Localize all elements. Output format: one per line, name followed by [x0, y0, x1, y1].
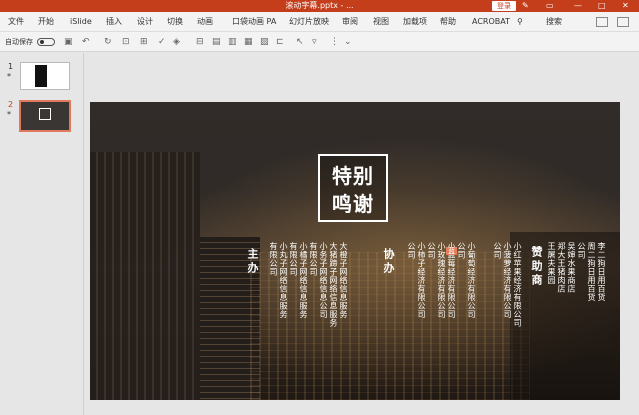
host-orgs: 大橙子网络信息服务 大猪蹄子网络信息服务 小务子网络信息公司 有限公司 小橘子网… — [268, 242, 348, 327]
co-organizer-orgs: 小葡萄经济有限公司 公司 小蓝莓经济有限公司 小玫瑰经济有限公司 公司 小柿子经… — [406, 242, 476, 319]
slide-canvas[interactable]: 特别 鸣谢 主办 大橙子网络信息服务 大猪蹄子网络信息服务 小务子网络信息公司 … — [90, 102, 620, 400]
tab-addins[interactable]: 加载项 — [403, 12, 427, 32]
distribute-icon[interactable]: ▧ — [260, 32, 269, 52]
align-icon[interactable]: ⊟ — [196, 32, 204, 52]
select-icon[interactable]: ↖ — [296, 32, 304, 52]
ribbon-display-icon[interactable]: ▭ — [546, 0, 554, 12]
title-box[interactable]: 特别 鸣谢 — [318, 154, 388, 222]
tab-review[interactable]: 审阅 — [342, 12, 358, 32]
thumbnail-star: * — [7, 72, 11, 81]
share-icon[interactable] — [596, 17, 608, 27]
thumbnail-star: * — [7, 110, 11, 119]
title-line-2: 鸣谢 — [332, 192, 374, 216]
title-bar: 滚动字幕.pptx - ... 登录 ✎ ▭ — □ ✕ — [0, 0, 639, 12]
fill-icon[interactable]: ▿ — [312, 32, 317, 52]
tab-islide[interactable]: iSlide — [70, 12, 92, 32]
org-name: 公司 — [427, 242, 436, 259]
maximize-icon[interactable]: □ — [598, 0, 606, 12]
ribbon-tabs: 文件 开始 iSlide 插入 设计 切换 动画 口袋动画 PA 幻灯片放映 审… — [0, 12, 639, 32]
redo-icon[interactable]: ↻ — [104, 32, 112, 52]
minimize-icon[interactable]: — — [574, 0, 582, 12]
autosave-label: 自动保存 — [5, 38, 33, 46]
sponsor-orgs: 小红苹果经济有限公司 小菠萝经济有限公司 公司 — [492, 242, 522, 327]
org-name: 小菠萝经济有限公司 — [503, 242, 512, 319]
org-name: 李二狗日用百货 — [597, 242, 606, 302]
tab-animations[interactable]: 动画 — [197, 12, 213, 32]
org-name: 小橘子网络信息服务 — [299, 242, 308, 319]
org-name: 小柿子经济有限公司 — [417, 242, 426, 319]
group-icon[interactable]: ▤ — [212, 32, 221, 52]
sponsor-label: 赞助商 — [530, 246, 543, 288]
org-name: 小玫瑰经济有限公司 — [437, 242, 446, 319]
slide-thumbnail-2[interactable] — [19, 100, 71, 132]
org-name: 大猪蹄子网络信息服务 — [329, 242, 338, 327]
org-name: 有限公司 — [269, 242, 278, 276]
comment-icon[interactable] — [617, 17, 629, 27]
autosave-toggle[interactable] — [37, 38, 55, 46]
org-name: 大橙子网络信息服务 — [339, 242, 348, 319]
more-icon[interactable]: ⋮ — [330, 32, 339, 52]
title-line-1: 特别 — [332, 164, 374, 188]
close-icon[interactable]: ✕ — [622, 0, 629, 12]
tab-slideshow[interactable]: 幻灯片放映 — [289, 12, 329, 32]
tab-file[interactable]: 文件 — [8, 12, 24, 32]
org-name: 郑大王猪肉店 — [557, 242, 566, 293]
thumbnail-number: 1 — [8, 62, 14, 71]
arrange-icon[interactable]: ⊏ — [276, 32, 284, 52]
personal-sponsors: 李二狗日用百货 周二狗日用百货 公司 吴婶水果商店 郑大王猪肉店 王屠夫果园 — [546, 242, 606, 302]
org-name: 公司 — [493, 242, 502, 259]
format-painter-icon[interactable]: ✓ — [158, 32, 166, 52]
tab-view[interactable]: 视图 — [373, 12, 389, 32]
org-name: 公司 — [407, 242, 416, 259]
search-label[interactable]: 搜索 — [546, 12, 562, 32]
tab-transitions[interactable]: 切换 — [167, 12, 183, 32]
org-name: 小丸子网络信息服务 — [279, 242, 288, 319]
tab-design[interactable]: 设计 — [137, 12, 153, 32]
slide-thumbnail-1[interactable] — [20, 62, 70, 90]
slideshow-start-icon[interactable]: ⊡ — [122, 32, 130, 52]
window-title: 滚动字幕.pptx - ... — [285, 1, 354, 10]
send-backward-icon[interactable]: ▦ — [244, 32, 253, 52]
org-name: 有限公司 — [309, 242, 318, 276]
tab-home[interactable]: 开始 — [38, 12, 54, 32]
tab-insert[interactable]: 插入 — [106, 12, 122, 32]
org-name: 公司 — [457, 242, 466, 259]
org-name: 吴婶水果商店 — [567, 242, 576, 293]
customize-toolbar-icon[interactable]: ⌄ — [344, 32, 352, 52]
bring-forward-icon[interactable]: ▥ — [228, 32, 237, 52]
host-label: 主办 — [246, 248, 259, 276]
tab-help[interactable]: 帮助 — [440, 12, 456, 32]
shapes-icon[interactable]: ◈ — [173, 32, 180, 52]
selection-highlight[interactable]: 蓝 — [446, 247, 457, 255]
org-name: 公司 — [577, 242, 586, 259]
thumbnail-number: 2 — [8, 100, 14, 109]
org-name: 小务子网络信息公司 — [319, 242, 328, 319]
lightbulb-icon[interactable]: ⚲ — [517, 12, 523, 32]
text-box-icon[interactable]: ⊞ — [140, 32, 148, 52]
org-name: 有限公司 — [289, 242, 298, 276]
tab-acrobat[interactable]: ACROBAT — [472, 12, 510, 32]
save-icon[interactable]: ▣ — [64, 32, 73, 52]
org-name: 周二狗日用百货 — [587, 242, 596, 302]
quick-access-toolbar: 自动保存 ▣ ↶ ↻ ⊡ ⊞ ✓ ◈ ⊟ ▤ ▥ ▦ ▧ ⊏ ↖ ▿ ⋮ ⌄ — [0, 32, 639, 52]
co-organizer-label: 协办 — [382, 248, 395, 276]
org-name: 王屠夫果园 — [547, 242, 556, 285]
tab-pocket-animation[interactable]: 口袋动画 PA — [232, 12, 276, 32]
undo-icon[interactable]: ↶ — [82, 32, 90, 52]
pen-icon[interactable]: ✎ — [522, 0, 529, 12]
org-name: 小红苹果经济有限公司 — [513, 242, 522, 327]
login-button[interactable]: 登录 — [492, 1, 516, 11]
org-name: 小葡萄经济有限公司 — [467, 242, 476, 319]
